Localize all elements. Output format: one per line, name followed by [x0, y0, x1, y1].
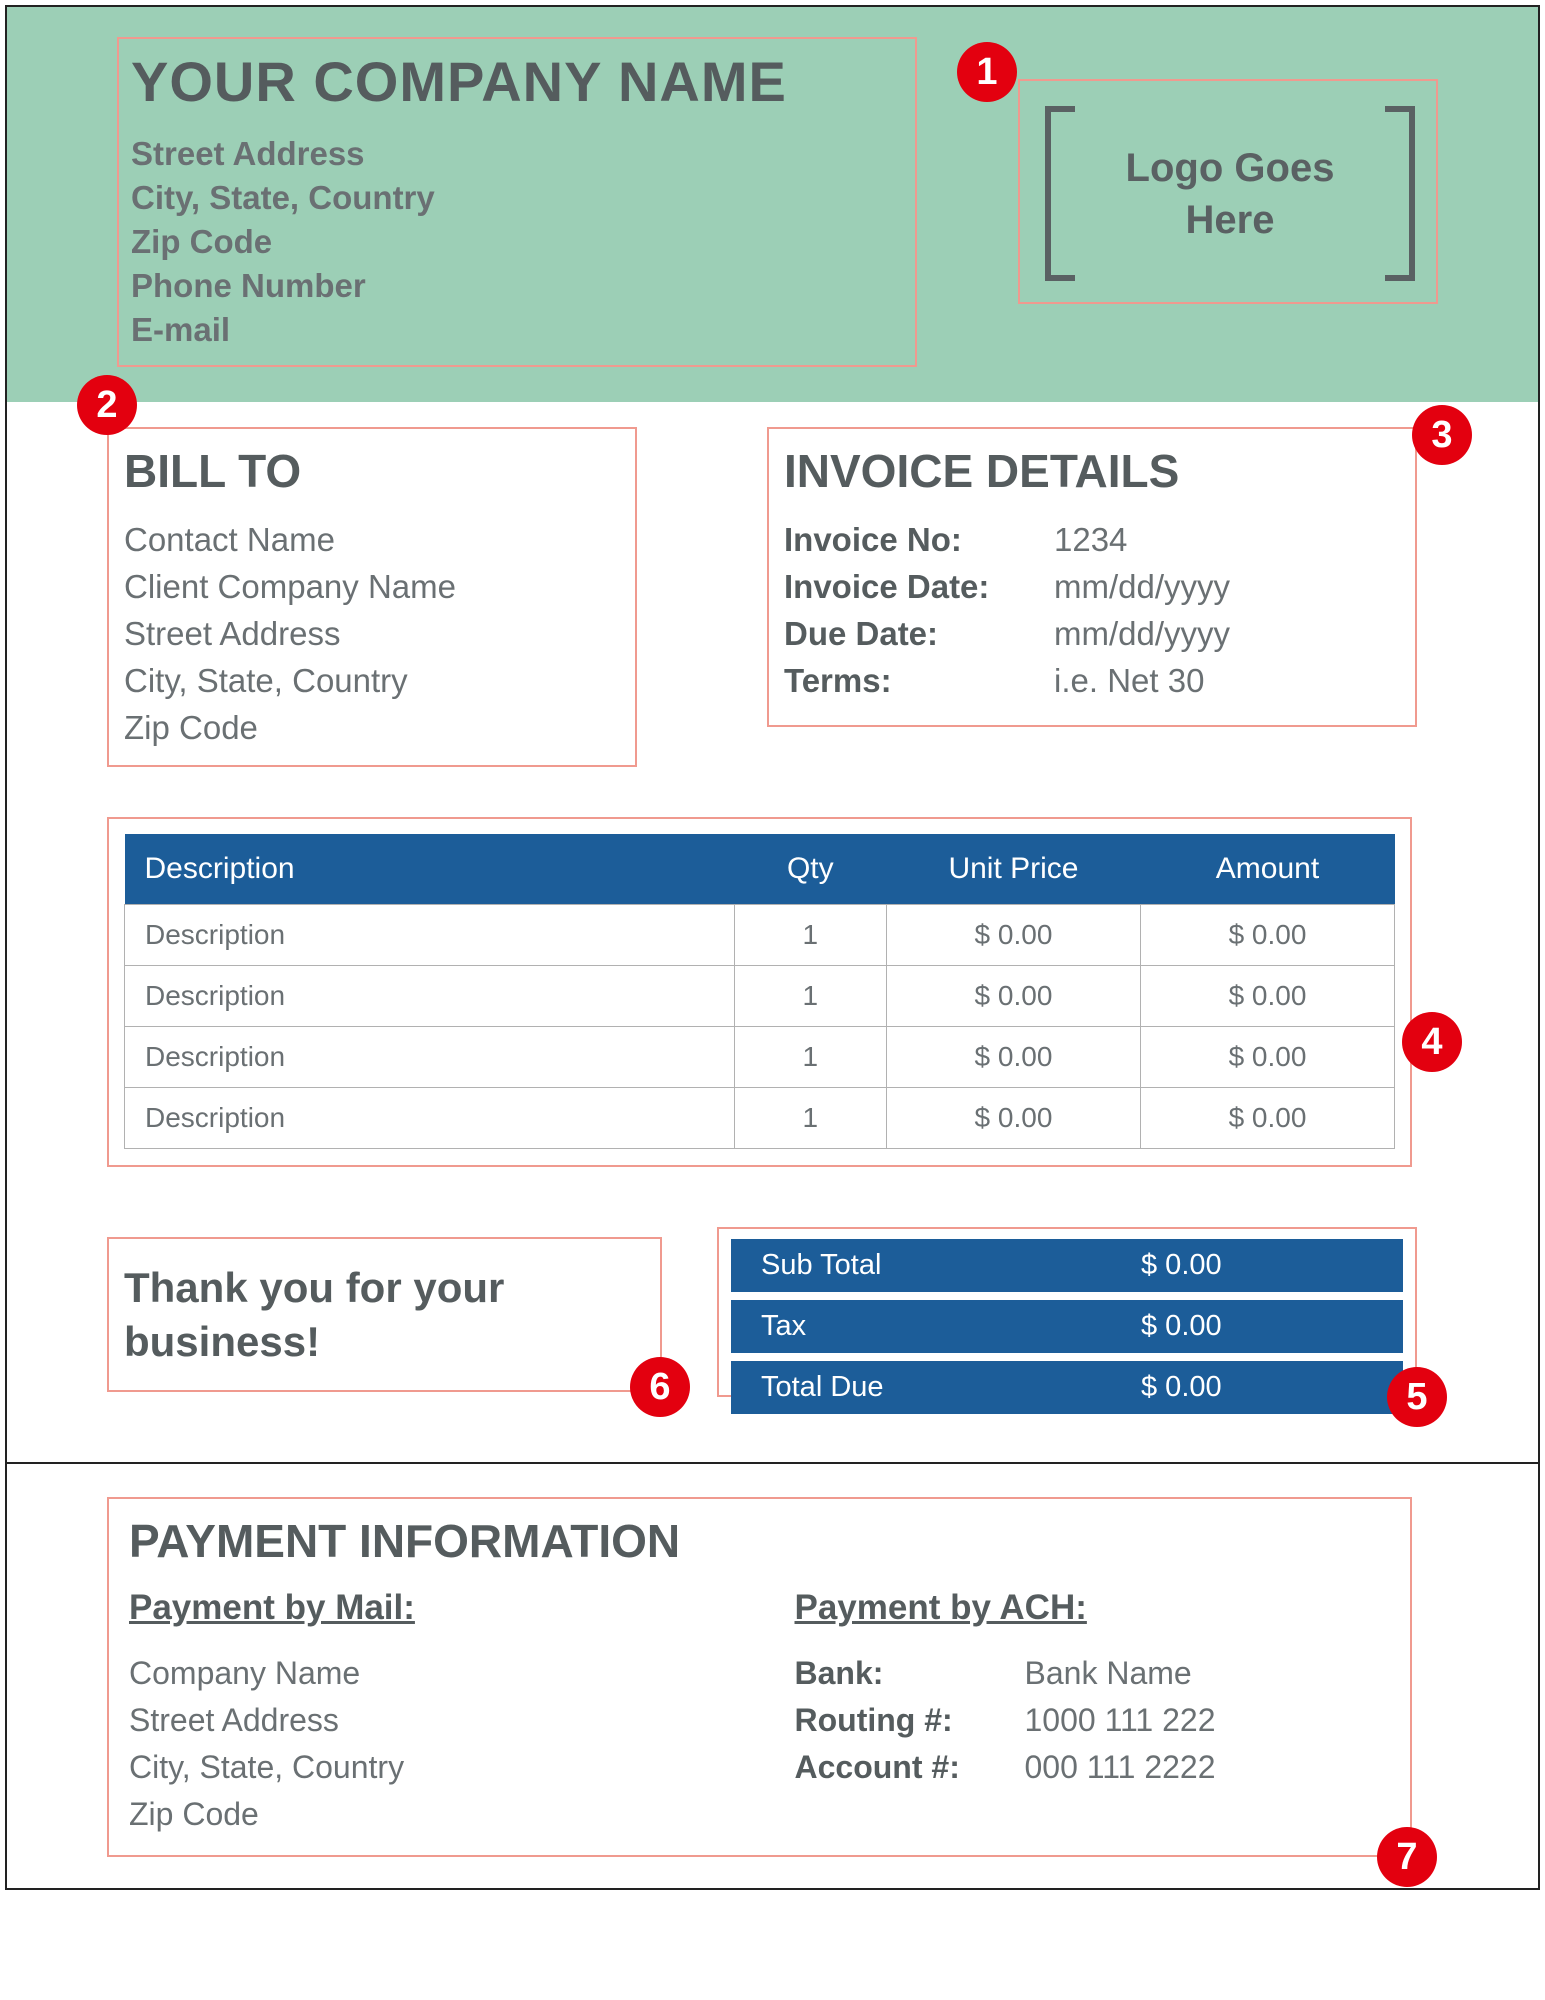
bill-to-city: City, State, Country — [124, 657, 620, 704]
company-email: E-mail — [131, 308, 895, 352]
annotation-badge-1: 1 — [957, 42, 1017, 102]
totals-block: Sub Total$ 0.00 Tax$ 0.00 Total Due$ 0.0… — [717, 1227, 1417, 1397]
left-bracket-icon — [1045, 106, 1075, 281]
company-city: City, State, Country — [131, 176, 895, 220]
payment-mail-title: Payment by Mail: — [129, 1588, 725, 1628]
logo-text: Logo Goes Here — [1126, 142, 1335, 246]
annotation-badge-7: 7 — [1377, 1827, 1437, 1887]
table-row: Description1$ 0.00$ 0.00 — [125, 1088, 1395, 1149]
annotation-badge-6: 6 — [630, 1357, 690, 1417]
logo-bracket: Logo Goes Here — [1045, 106, 1415, 281]
payment-mail-street: Street Address — [129, 1697, 725, 1744]
bill-to-title: BILL TO — [124, 444, 620, 498]
subtotal-row: Sub Total$ 0.00 — [731, 1239, 1403, 1292]
col-qty: Qty — [734, 834, 886, 905]
payment-by-mail-col: Payment by Mail: Company Name Street Add… — [129, 1588, 725, 1838]
bill-to-block: BILL TO Contact Name Client Company Name… — [107, 427, 637, 767]
bill-to-street: Street Address — [124, 610, 620, 657]
invoice-page: YOUR COMPANY NAME Street Address City, S… — [5, 5, 1540, 1890]
col-amount: Amount — [1140, 834, 1394, 905]
line-items-block: Description Qty Unit Price Amount Descri… — [107, 817, 1412, 1167]
bill-to-client: Client Company Name — [124, 563, 620, 610]
annotation-badge-5: 5 — [1387, 1367, 1447, 1427]
thank-you-block: Thank you for your business! — [107, 1237, 662, 1392]
detail-row: Invoice Date:mm/dd/yyyy — [784, 563, 1400, 610]
invoice-details-block: INVOICE DETAILS Invoice No:1234 Invoice … — [767, 427, 1417, 727]
annotation-badge-3: 3 — [1412, 405, 1472, 465]
col-description: Description — [125, 834, 735, 905]
annotation-badge-2: 2 — [77, 375, 137, 435]
payment-mail-zip: Zip Code — [129, 1791, 725, 1838]
table-row: Description1$ 0.00$ 0.00 — [125, 905, 1395, 966]
right-bracket-icon — [1385, 106, 1415, 281]
annotation-badge-4: 4 — [1402, 1012, 1462, 1072]
logo-placeholder-block: Logo Goes Here — [1018, 79, 1438, 304]
detail-row: Terms:i.e. Net 30 — [784, 657, 1400, 704]
company-street: Street Address — [131, 132, 895, 176]
total-due-row: Total Due$ 0.00 — [731, 1361, 1403, 1414]
payment-mail-company: Company Name — [129, 1650, 725, 1697]
horizontal-divider — [7, 1462, 1538, 1464]
detail-row: Due Date:mm/dd/yyyy — [784, 610, 1400, 657]
table-row: Description1$ 0.00$ 0.00 — [125, 1027, 1395, 1088]
payment-by-ach-col: Payment by ACH: Bank:Bank Name Routing #… — [795, 1588, 1391, 1838]
payment-info-title: PAYMENT INFORMATION — [129, 1514, 1390, 1568]
pay-row: Routing #:1000 111 222 — [795, 1697, 1391, 1744]
company-name: YOUR COMPANY NAME — [131, 49, 895, 114]
payment-ach-title: Payment by ACH: — [795, 1588, 1391, 1628]
company-phone: Phone Number — [131, 264, 895, 308]
invoice-details-title: INVOICE DETAILS — [784, 444, 1400, 498]
pay-row: Account #:000 111 2222 — [795, 1744, 1391, 1791]
thank-you-text: Thank you for your business! — [124, 1261, 645, 1369]
tax-row: Tax$ 0.00 — [731, 1300, 1403, 1353]
company-zip: Zip Code — [131, 220, 895, 264]
bill-to-zip: Zip Code — [124, 704, 620, 751]
payment-info-block: PAYMENT INFORMATION Payment by Mail: Com… — [107, 1497, 1412, 1857]
col-unit-price: Unit Price — [886, 834, 1140, 905]
pay-row: Bank:Bank Name — [795, 1650, 1391, 1697]
table-row: Description1$ 0.00$ 0.00 — [125, 966, 1395, 1027]
line-items-table: Description Qty Unit Price Amount Descri… — [124, 834, 1395, 1149]
detail-row: Invoice No:1234 — [784, 516, 1400, 563]
company-info-block: YOUR COMPANY NAME Street Address City, S… — [117, 37, 917, 367]
header-banner: YOUR COMPANY NAME Street Address City, S… — [7, 7, 1538, 402]
payment-mail-city: City, State, Country — [129, 1744, 725, 1791]
bill-to-contact: Contact Name — [124, 516, 620, 563]
